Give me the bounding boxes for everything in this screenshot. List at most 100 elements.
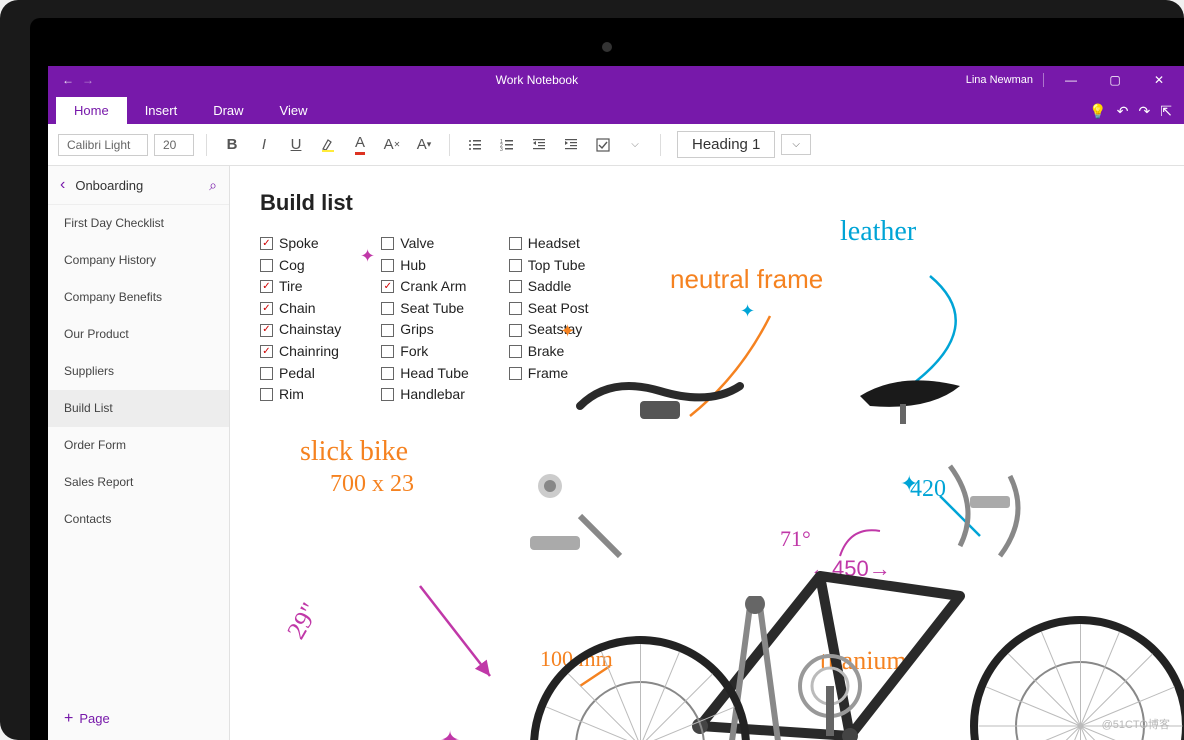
bike-handlebar (570, 366, 750, 446)
checkbox-icon[interactable] (381, 259, 394, 272)
checklist-item[interactable]: Cog (260, 256, 341, 276)
checklist-item[interactable]: Seatstay (509, 320, 589, 340)
checkbox-icon[interactable] (260, 237, 273, 250)
font-name-selector[interactable]: Calibri Light (58, 134, 148, 156)
checklist-label: Seat Tube (400, 299, 464, 319)
highlight-button[interactable] (315, 132, 341, 158)
sidebar-page-item[interactable]: Build List (48, 390, 229, 427)
checklist-label: Hub (400, 256, 426, 276)
add-page-button[interactable]: + Page (48, 698, 229, 740)
page-title[interactable]: Build list (260, 190, 1154, 216)
note-canvas[interactable]: Build list SpokeCogTireChainChainstayCha… (230, 166, 1184, 740)
checklist-item[interactable]: Top Tube (509, 256, 589, 276)
bold-button[interactable]: B (219, 132, 245, 158)
checkbox-button[interactable] (590, 132, 616, 158)
font-size-selector[interactable]: 20 (154, 134, 194, 156)
user-name[interactable]: Lina Newman (966, 74, 1033, 86)
content-area: ‹ Onboarding ⌕ First Day ChecklistCompan… (48, 166, 1184, 740)
style-selector[interactable]: Heading 1 (677, 131, 775, 158)
checklist-item[interactable]: Hub (381, 256, 469, 276)
bike-crank (780, 636, 900, 740)
checkbox-icon[interactable] (260, 367, 273, 380)
checkbox-icon[interactable] (381, 280, 394, 293)
checklist-item[interactable]: Grips (381, 320, 469, 340)
share-button[interactable]: ⇱ (1160, 103, 1172, 120)
indent-button[interactable] (558, 132, 584, 158)
font-color-button[interactable]: A (347, 132, 373, 158)
document-title: Work Notebook (108, 73, 966, 87)
style-dropdown[interactable]: ⌵ (781, 134, 811, 155)
checkbox-icon[interactable] (509, 237, 522, 250)
bike-parts (520, 456, 640, 576)
checklist-item[interactable]: Seat Post (509, 299, 589, 319)
minimize-button[interactable]: — (1054, 73, 1088, 87)
checklist-label: Top Tube (528, 256, 586, 276)
format-painter-button[interactable]: A▾ (411, 132, 437, 158)
checklist-item[interactable]: Crank Arm (381, 277, 469, 297)
checklist-item[interactable]: Saddle (509, 277, 589, 297)
checklist-item[interactable]: Tire (260, 277, 341, 297)
checklist-item[interactable]: Spoke (260, 234, 341, 254)
checkbox-icon[interactable] (260, 324, 273, 337)
tab-view[interactable]: View (262, 97, 326, 124)
tab-insert[interactable]: Insert (127, 97, 196, 124)
undo-button[interactable]: ↶ (1117, 103, 1129, 120)
sidebar-page-item[interactable]: Order Form (48, 427, 229, 464)
clear-format-button[interactable]: A✕ (379, 132, 405, 158)
checkbox-icon[interactable] (260, 280, 273, 293)
checklist-item[interactable]: Chain (260, 299, 341, 319)
bike-saddle (850, 366, 970, 426)
sidebar-page-item[interactable]: Company History (48, 242, 229, 279)
nav-forward-button[interactable]: → (82, 73, 94, 87)
checklist-item[interactable]: Chainstay (260, 320, 341, 340)
checklist-label: Grips (400, 320, 433, 340)
italic-button[interactable]: I (251, 132, 277, 158)
checklist-item[interactable]: Seat Tube (381, 299, 469, 319)
page-sidebar: ‹ Onboarding ⌕ First Day ChecklistCompan… (48, 166, 230, 740)
redo-button[interactable]: ↷ (1139, 103, 1151, 120)
lightbulb-icon[interactable]: 💡 (1089, 103, 1106, 120)
checkbox-icon[interactable] (509, 302, 522, 315)
sidebar-back-button[interactable]: ‹ (60, 176, 65, 194)
checkbox-icon[interactable] (260, 302, 273, 315)
sidebar-page-item[interactable]: First Day Checklist (48, 205, 229, 242)
checkbox-icon[interactable] (509, 280, 522, 293)
checkbox-icon[interactable] (260, 388, 273, 401)
section-name[interactable]: Onboarding (75, 178, 199, 193)
plus-icon: + (64, 710, 73, 727)
number-list-button[interactable]: 123 (494, 132, 520, 158)
checklist-label: Chainstay (279, 320, 341, 340)
checklist-item[interactable]: Headset (509, 234, 589, 254)
sidebar-page-item[interactable]: Our Product (48, 316, 229, 353)
bullet-list-button[interactable] (462, 132, 488, 158)
sidebar-page-item[interactable]: Sales Report (48, 464, 229, 501)
bike-illustration: ✦ (290, 356, 1184, 740)
search-icon[interactable]: ⌕ (209, 177, 217, 194)
checklist-label: Seat Post (528, 299, 589, 319)
formatting-toolbar: Calibri Light 20 B I U A A✕ A▾ 123 ⌵ Hea… (48, 124, 1184, 166)
checkbox-icon[interactable] (509, 259, 522, 272)
maximize-button[interactable]: ▢ (1098, 73, 1132, 87)
nav-back-button[interactable]: ← (62, 73, 74, 87)
checklist-item[interactable]: Valve (381, 234, 469, 254)
sidebar-page-item[interactable]: Contacts (48, 501, 229, 538)
checkbox-icon[interactable] (260, 259, 273, 272)
add-page-label: Page (79, 711, 109, 726)
tab-home[interactable]: Home (56, 97, 127, 124)
checkbox-icon[interactable] (381, 324, 394, 337)
sidebar-page-item[interactable]: Company Benefits (48, 279, 229, 316)
checklist-label: Spoke (279, 234, 319, 254)
app-window: ← → Work Notebook Lina Newman — ▢ ✕ Home… (48, 66, 1184, 740)
checkbox-icon[interactable] (381, 302, 394, 315)
sidebar-page-item[interactable]: Suppliers (48, 353, 229, 390)
checkbox-icon[interactable] (260, 345, 273, 358)
checkbox-icon[interactable] (381, 237, 394, 250)
close-button[interactable]: ✕ (1142, 73, 1176, 87)
outdent-button[interactable] (526, 132, 552, 158)
checkbox-icon[interactable] (509, 324, 522, 337)
tab-draw[interactable]: Draw (195, 97, 261, 124)
tags-dropdown[interactable]: ⌵ (622, 132, 648, 158)
watermark: @51CTO博客 (1102, 716, 1170, 732)
underline-button[interactable]: U (283, 132, 309, 158)
page-list: First Day ChecklistCompany HistoryCompan… (48, 205, 229, 698)
